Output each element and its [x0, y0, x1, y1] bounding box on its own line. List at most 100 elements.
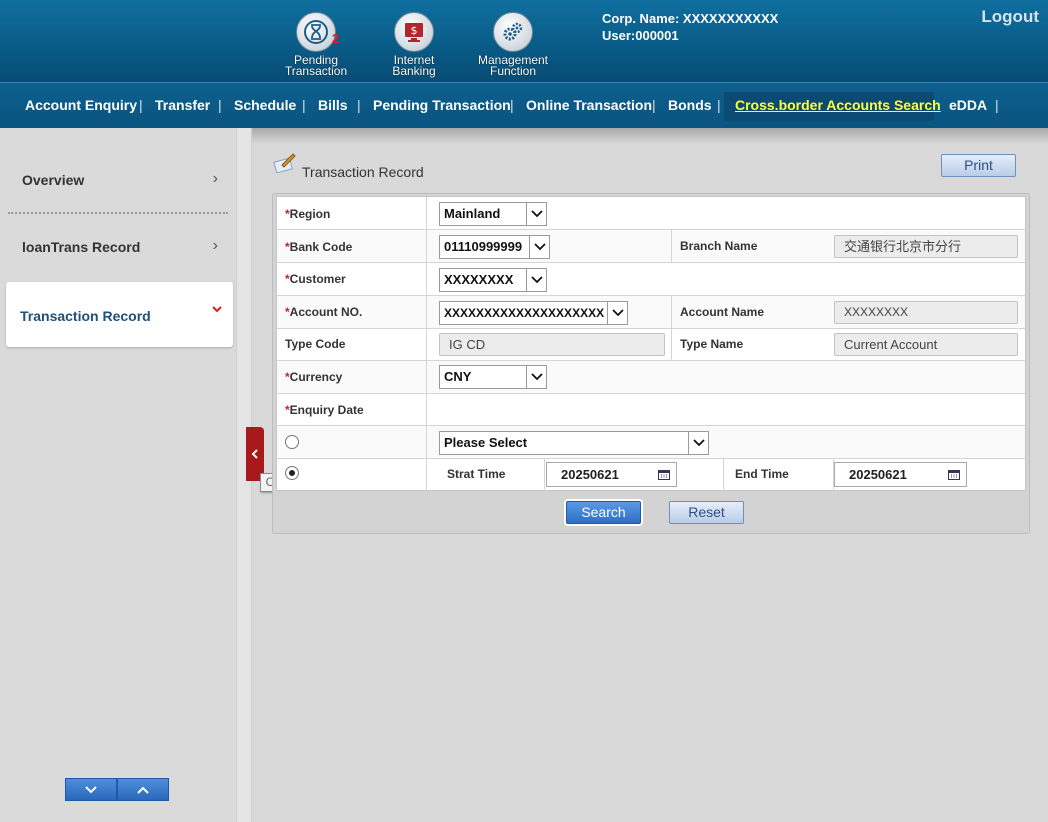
nav-bills[interactable]: Bills	[318, 97, 348, 113]
chevron-down-icon	[526, 203, 546, 225]
form-row-bank-code: *Bank Code 01110999999 Branch Name 交通银行北…	[277, 230, 1025, 263]
pen-paper-icon	[273, 151, 297, 174]
start-time-label: Strat Time	[447, 467, 506, 481]
customer-value: XXXXXXXX	[444, 272, 514, 287]
row-divider	[426, 361, 427, 393]
chevron-right-icon: ›	[212, 237, 218, 254]
pending-transaction-shortcut[interactable]: 2 Pending Transaction	[271, 12, 361, 77]
form-row-period: Please Select	[277, 426, 1025, 459]
nav-transfer[interactable]: Transfer	[155, 97, 210, 113]
enquiry-date-label-text: Enquiry Date	[289, 403, 364, 417]
type-code-field: IG CD	[439, 333, 665, 356]
user-id: User:000001	[602, 28, 679, 43]
shortcut-label: Banking	[392, 64, 436, 78]
chevron-up-icon	[137, 786, 149, 794]
account-name-label: Account Name	[680, 305, 765, 319]
type-name-field: Current Account	[834, 333, 1018, 356]
nav-separator: |	[302, 97, 306, 113]
region-label: *Region	[285, 207, 330, 221]
row-divider	[544, 459, 545, 491]
search-button[interactable]: Search	[566, 501, 641, 524]
print-button[interactable]: Print	[941, 154, 1016, 177]
currency-label-text: Currency	[289, 370, 343, 384]
sidebar-item-transaction-record[interactable]: Transaction Record	[6, 282, 233, 347]
management-function-shortcut[interactable]: Management Function	[468, 12, 558, 77]
nav-cross-border-accounts-search[interactable]: Cross.border Accounts Search	[735, 97, 941, 113]
chevron-down-icon	[607, 302, 627, 324]
bank-code-label: *Bank Code	[285, 240, 352, 254]
nav-schedule[interactable]: Schedule	[234, 97, 296, 113]
sidebar-item-label: Transaction Record	[20, 308, 151, 324]
form-row-customer: *Customer XXXXXXXX	[277, 263, 1025, 296]
chevron-down-icon	[529, 236, 549, 258]
enquiry-date-label: *Enquiry Date	[285, 403, 364, 417]
form-row-type-code: Type Code IG CD Type Name Current Accoun…	[277, 329, 1025, 361]
internet-banking-shortcut[interactable]: $ Internet Banking	[369, 12, 459, 77]
scroll-up-button[interactable]	[117, 778, 169, 801]
sidebar-item-label: loanTrans Record	[22, 239, 141, 255]
end-time-input[interactable]: 20250621	[834, 462, 967, 487]
currency-select[interactable]: CNY	[439, 365, 547, 389]
row-divider	[426, 329, 427, 360]
shortcut-label: Transaction	[284, 64, 348, 78]
nav-online-transaction[interactable]: Online Transaction	[526, 97, 652, 113]
account-name-field: XXXXXXXX	[834, 301, 1018, 324]
sidebar-item-overview[interactable]: Overview ›	[8, 150, 228, 214]
end-time-label: End Time	[735, 467, 789, 481]
period-radio[interactable]	[285, 435, 299, 449]
monitor-dollar-icon: $	[394, 12, 434, 52]
start-time-input[interactable]: 20250621	[546, 462, 677, 487]
bank-code-select[interactable]: 01110999999	[439, 235, 550, 259]
calendar-icon[interactable]	[948, 469, 960, 480]
nav-edda[interactable]: eDDA	[949, 97, 987, 113]
nav-bonds[interactable]: Bonds	[668, 97, 712, 113]
row-divider	[426, 426, 427, 458]
nav-separator: |	[510, 97, 514, 113]
account-no-select[interactable]: XXXXXXXXXXXXXXXXXXXX	[439, 301, 628, 325]
scroll-down-button[interactable]	[65, 778, 117, 801]
row-divider	[426, 263, 427, 295]
nav-account-enquiry[interactable]: Account Enquiry	[25, 97, 137, 113]
main-nav: Account Enquiry | Transfer | Schedule | …	[0, 82, 1048, 128]
svg-text:$: $	[411, 24, 418, 37]
chevron-left-icon	[251, 449, 258, 459]
account-no-value: XXXXXXXXXXXXXXXXXXXX	[444, 306, 605, 320]
transaction-query-form: *Region Mainland *Bank Code 01110999999 …	[276, 196, 1026, 491]
type-code-label: Type Code	[285, 337, 346, 351]
corp-info: Corp. Name: XXXXXXXXXXX User:000001	[602, 10, 778, 44]
sidebar-scroll-buttons	[65, 778, 170, 801]
account-no-label-text: Account NO.	[289, 305, 363, 319]
branch-name-field: 交通银行北京市分行	[834, 235, 1018, 258]
form-row-date-range: Strat Time 20250621 End Time 20250621	[277, 459, 1025, 491]
branch-name-label: Branch Name	[680, 239, 758, 253]
period-select[interactable]: Please Select	[439, 431, 709, 455]
row-divider	[426, 459, 427, 491]
calendar-icon[interactable]	[658, 469, 670, 480]
chevron-down-icon	[688, 432, 708, 454]
start-time-value: 20250621	[561, 467, 619, 482]
reset-button[interactable]: Reset	[669, 501, 744, 524]
nav-pending-transaction[interactable]: Pending Transaction	[373, 97, 511, 113]
row-divider	[426, 230, 427, 262]
end-time-value: 20250621	[849, 467, 907, 482]
form-row-account-no: *Account NO. XXXXXXXXXXXXXXXXXXXX Accoun…	[277, 296, 1025, 329]
chevron-down-icon	[211, 302, 223, 320]
row-divider	[671, 329, 672, 360]
date-range-radio[interactable]	[285, 466, 299, 480]
form-row-region: *Region Mainland	[277, 197, 1025, 230]
bank-code-value: 01110999999	[444, 239, 523, 254]
currency-label: *Currency	[285, 370, 342, 384]
region-select[interactable]: Mainland	[439, 202, 547, 226]
region-label-text: Region	[289, 207, 331, 221]
sidebar-item-loantrans-record[interactable]: loanTrans Record ›	[8, 217, 228, 281]
logout-link[interactable]: Logout	[981, 7, 1039, 27]
period-value: Please Select	[444, 435, 528, 450]
bank-code-label-text: Bank Code	[289, 240, 353, 254]
sidebar-divider	[8, 212, 228, 214]
customer-select[interactable]: XXXXXXXX	[439, 268, 547, 292]
form-row-enquiry-date: *Enquiry Date	[277, 394, 1025, 426]
customer-label-text: Customer	[289, 272, 346, 286]
chevron-right-icon: ›	[212, 170, 218, 187]
page-title: Transaction Record	[302, 164, 424, 180]
account-no-label: *Account NO.	[285, 305, 362, 319]
